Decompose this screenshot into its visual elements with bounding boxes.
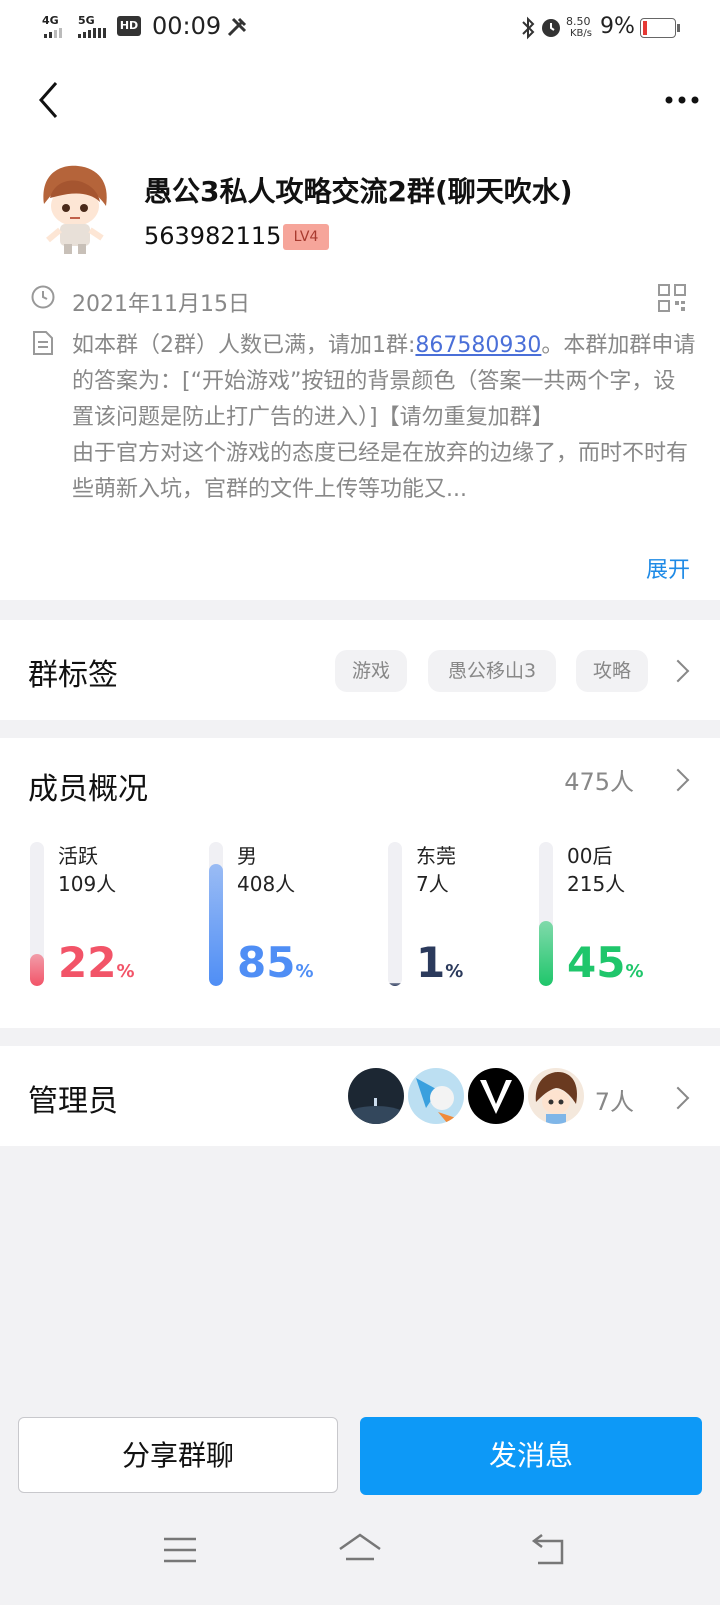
battery-icon — [640, 18, 680, 38]
member-count: 475人 — [564, 768, 634, 796]
stat-label: 东莞 — [416, 844, 456, 868]
linked-group-number[interactable]: 867580930 — [415, 333, 541, 358]
description-more: 由于官方对这个游戏的态度已经是在放弃的边缘了，而时不时有些萌新入坑，官群的文件上… — [72, 441, 689, 502]
stat-percent-value: 22 — [58, 938, 117, 987]
admin-count: 7人 — [594, 1088, 634, 1116]
tag-item[interactable]: 游戏 — [335, 650, 407, 692]
stat-percent-value: 45 — [567, 938, 626, 987]
stat-bar-fill — [388, 983, 402, 986]
qr-code-icon[interactable] — [658, 284, 686, 312]
status-time: 00:09 — [152, 12, 222, 40]
stat-percent: 45% — [567, 938, 644, 987]
header-bar — [0, 56, 720, 144]
stat-bar — [539, 842, 553, 986]
network-5g-label: 5G — [78, 14, 95, 27]
clock-icon — [31, 285, 55, 309]
created-date: 2021年11月15日 — [72, 292, 250, 317]
status-bar: 4G 5G HD 00:09 8.50 KB/s 9% — [0, 0, 720, 56]
stat-region: 东莞 7人 1% — [388, 842, 558, 992]
stat-count: 408人 — [237, 872, 296, 896]
tags-title: 群标签 — [28, 658, 118, 693]
group-name: 愚公3私人攻略交流2群(聊天吹水) — [144, 175, 573, 208]
admins-section[interactable]: 管理员 7人 — [0, 1046, 720, 1146]
stat-label: 男 — [237, 844, 257, 868]
document-icon — [33, 331, 53, 355]
signal-icon — [44, 28, 62, 38]
stat-percent-value: 85 — [237, 938, 296, 987]
members-title: 成员概况 — [28, 772, 148, 807]
home-icon[interactable] — [336, 1531, 384, 1565]
group-id: 563982115 — [144, 222, 282, 250]
hd-badge: HD — [117, 16, 141, 36]
admin-avatar[interactable] — [348, 1068, 404, 1124]
stat-bar-fill — [30, 954, 44, 986]
group-info-card: 愚公3私人攻略交流2群(聊天吹水) 563982115 LV4 2021年11月… — [0, 144, 720, 600]
system-nav-bar — [0, 1513, 720, 1605]
stat-percent: 22% — [58, 938, 135, 987]
stat-count: 215人 — [567, 872, 626, 896]
tools-icon — [227, 17, 247, 37]
stat-bar — [209, 842, 223, 986]
signal-5g-icon — [78, 28, 106, 38]
admin-avatar[interactable] — [528, 1068, 584, 1124]
tags-section[interactable]: 群标签 游戏 愚公移山3 攻略 — [0, 620, 720, 720]
menu-icon[interactable] — [162, 1535, 198, 1565]
stat-count: 7人 — [416, 872, 449, 896]
stat-percent-unit: % — [445, 961, 464, 982]
chevron-right-icon — [666, 768, 690, 792]
share-group-button[interactable]: 分享群聊 — [18, 1417, 338, 1493]
stat-percent: 1% — [416, 938, 463, 987]
network-4g-label: 4G — [42, 14, 59, 27]
tag-item[interactable]: 攻略 — [576, 650, 648, 692]
expand-button[interactable]: 展开 — [646, 552, 690, 584]
admin-avatar[interactable] — [468, 1068, 524, 1124]
send-message-button[interactable]: 发消息 — [360, 1417, 702, 1495]
back-nav-icon[interactable] — [530, 1533, 568, 1567]
admin-avatar[interactable] — [408, 1068, 464, 1124]
stat-bar-fill — [209, 864, 223, 986]
battery-percent: 9% — [600, 14, 635, 39]
stat-bar-fill — [539, 921, 553, 986]
tag-item[interactable]: 愚公移山3 — [428, 650, 556, 692]
stat-count: 109人 — [58, 872, 117, 896]
bottom-action-bar: 分享群聊 发消息 — [0, 1393, 720, 1605]
stat-percent-unit: % — [116, 961, 135, 982]
stat-percent-unit: % — [295, 961, 314, 982]
stat-label: 00后 — [567, 844, 613, 868]
stat-percent-value: 1 — [416, 938, 446, 987]
stat-male: 男 408人 85% — [209, 842, 379, 992]
stat-bar — [30, 842, 44, 986]
stat-bar — [388, 842, 402, 986]
stat-percent-unit: % — [625, 961, 644, 982]
admins-title: 管理员 — [28, 1084, 118, 1119]
alarm-icon — [542, 19, 560, 37]
group-level-badge: LV4 — [283, 224, 329, 250]
chevron-right-icon — [666, 1086, 690, 1110]
more-options-button[interactable] — [664, 94, 700, 106]
members-section[interactable]: 成员概况 475人 活跃 109人 22% 男 408人 85% 东莞 7人 1… — [0, 738, 720, 1028]
group-description: 如本群（2群）人数已满，请加1群:867580930。本群加群申请的答案为：[“… — [72, 328, 697, 508]
bluetooth-icon — [522, 16, 535, 40]
stat-percent: 85% — [237, 938, 314, 987]
chevron-right-icon — [666, 659, 690, 683]
stat-age: 00后 215人 45% — [539, 842, 709, 992]
description-prefix: 如本群（2群）人数已满，请加1群: — [72, 333, 416, 358]
back-button[interactable] — [36, 80, 62, 120]
stat-active: 活跃 109人 22% — [30, 842, 200, 992]
stat-label: 活跃 — [58, 844, 98, 868]
group-avatar[interactable] — [30, 160, 118, 256]
net-speed-unit: KB/s — [570, 28, 592, 39]
net-speed-value: 8.50 — [566, 15, 591, 28]
